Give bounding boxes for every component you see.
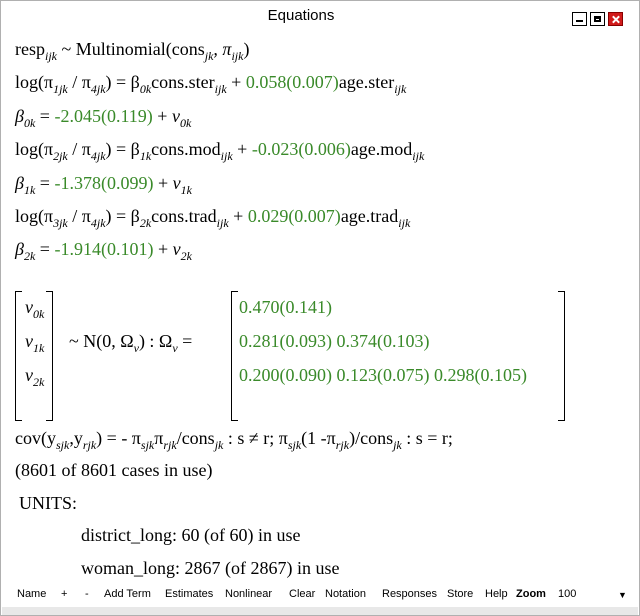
- matrix-right-bracket: [558, 291, 565, 421]
- estimate-value[interactable]: -1.378(0.099): [54, 173, 153, 193]
- horizontal-scrollbar[interactable]: [2, 607, 638, 615]
- equations-content: respijk ~ Multinomial(consjk, πijk) log(…: [1, 31, 639, 583]
- zoom-label: Zoom: [516, 588, 546, 600]
- nonlinear-button[interactable]: Nonlinear: [225, 588, 272, 600]
- estimate-value[interactable]: -1.914(0.101): [54, 239, 153, 259]
- units-district: district_long: 60 (of 60) in use: [81, 525, 301, 545]
- title-bar: Equations: [1, 1, 639, 31]
- covariance-row-2[interactable]: 0.281(0.093) 0.374(0.103): [239, 331, 430, 352]
- name-button[interactable]: Name: [17, 588, 46, 600]
- store-button[interactable]: Store: [447, 588, 473, 600]
- estimate-value[interactable]: -2.045(0.119): [54, 106, 152, 126]
- logit-equation-1[interactable]: log(π1jk / π4jk) = β0kcons.sterijk + 0.0…: [15, 72, 406, 97]
- equations-toolbar: Name + - Add Term Estimates Nonlinear Cl…: [1, 583, 639, 607]
- clear-button[interactable]: Clear: [289, 588, 315, 600]
- equations-window: Equations respijk ~ Multinomial(consjk, …: [0, 0, 640, 616]
- covariance-equation: cov(ysjk,yrjk) = - πsjkπrjk/consjk : s ≠…: [15, 428, 453, 452]
- beta-equation-0[interactable]: β0k = -2.045(0.119) + v0k: [15, 106, 191, 131]
- help-button[interactable]: Help: [485, 588, 508, 600]
- vector-right-bracket: [46, 291, 53, 421]
- zoom-value-select[interactable]: 100: [558, 588, 576, 600]
- vector-entry: v0k: [25, 297, 45, 321]
- logit-equation-3[interactable]: log(π3jk / π4jk) = β2kcons.tradijk + 0.0…: [15, 206, 410, 231]
- close-icon[interactable]: [608, 12, 623, 26]
- estimate-value[interactable]: 0.058(0.007): [246, 72, 339, 92]
- window-title: Equations: [267, 7, 335, 24]
- logit-equation-2[interactable]: log(π2jk / π4jk) = β1kcons.modijk + -0.0…: [15, 139, 424, 164]
- matrix-left-bracket: [231, 291, 238, 421]
- units-label: UNITS:: [19, 493, 77, 513]
- cases-in-use: (8601 of 8601 cases in use): [15, 460, 213, 480]
- zoom-dropdown-icon[interactable]: ▼: [618, 590, 627, 600]
- responses-button[interactable]: Responses: [382, 588, 437, 600]
- vector-entry: v1k: [25, 331, 45, 355]
- response-equation[interactable]: respijk ~ Multinomial(consjk, πijk): [15, 39, 249, 64]
- estimates-button[interactable]: Estimates: [165, 588, 213, 600]
- estimate-value[interactable]: -0.023(0.006): [252, 139, 351, 159]
- add-term-button[interactable]: Add Term: [104, 588, 151, 600]
- estimate-value[interactable]: 0.029(0.007): [248, 206, 341, 226]
- beta-equation-2[interactable]: β2k = -1.914(0.101) + v2k: [15, 239, 192, 264]
- vector-entry: v2k: [25, 365, 45, 389]
- units-woman: woman_long: 2867 (of 2867) in use: [81, 558, 340, 578]
- maximize-icon[interactable]: [590, 12, 605, 26]
- vector-left-bracket: [15, 291, 22, 421]
- covariance-row-1[interactable]: 0.470(0.141): [239, 297, 332, 318]
- covariance-row-3[interactable]: 0.200(0.090) 0.123(0.075) 0.298(0.105): [239, 365, 527, 386]
- distribution-label: ~ N(0, Ωv) : Ωv =: [69, 331, 193, 355]
- notation-button[interactable]: Notation: [325, 588, 366, 600]
- plus-button[interactable]: +: [61, 588, 67, 600]
- minimize-icon[interactable]: [572, 12, 587, 26]
- beta-equation-1[interactable]: β1k = -1.378(0.099) + v1k: [15, 173, 192, 198]
- minus-button[interactable]: -: [85, 588, 89, 600]
